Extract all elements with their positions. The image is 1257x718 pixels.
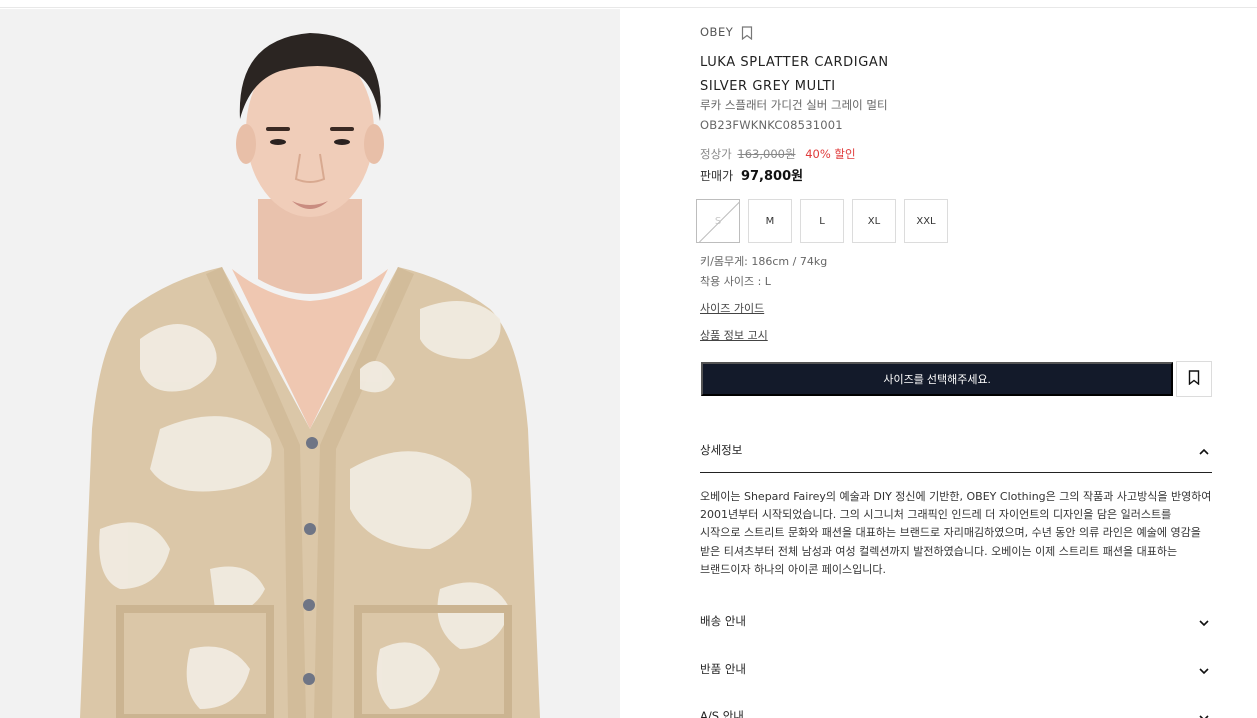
bookmark-icon[interactable] — [741, 25, 753, 41]
accordion-detail-header[interactable]: 상세정보 — [700, 431, 1212, 473]
chevron-down-icon — [1198, 662, 1210, 675]
size-option-s[interactable]: S — [696, 199, 740, 243]
accordion-as[interactable]: A/S 안내 — [700, 704, 1212, 718]
product-notice-link[interactable]: 상품 정보 고시 — [700, 327, 768, 343]
accordion-return-title: 반품 안내 — [700, 662, 746, 676]
size-guide-link[interactable]: 사이즈 가이드 — [700, 300, 764, 316]
accordion-detail-title: 상세정보 — [700, 443, 743, 457]
accordion-shipping[interactable]: 배송 안내 — [700, 609, 1212, 639]
regular-price-label: 정상가 — [700, 147, 732, 161]
model-photo-illustration — [0, 9, 620, 718]
product-name-en: LUKA SPLATTER CARDIGAN SILVER GREY MULTI — [700, 51, 889, 99]
brand-name[interactable]: OBEY — [700, 25, 733, 39]
product-description: 오베이는 Shepard Fairey의 예술과 DIY 정신에 기반한, OB… — [700, 490, 1212, 576]
product-name-ko: 루카 스플래터 가디건 실버 그레이 멀티 — [700, 98, 888, 112]
accordion-return[interactable]: 반품 안내 — [700, 657, 1212, 687]
sale-price: 97,800원 — [740, 169, 804, 184]
model-fit-info: 키/몸무게: 186cm / 74kg — [700, 255, 828, 268]
sale-price-row: 판매가 97,800원 — [700, 165, 803, 184]
regular-price: 163,000원 — [737, 147, 796, 161]
sale-price-label: 판매가 — [700, 169, 734, 183]
size-options: S M L XL XXL — [696, 199, 948, 243]
product-name-line2: SILVER GREY MULTI — [700, 79, 836, 94]
chevron-down-icon — [1198, 709, 1210, 718]
brand-row: OBEY — [700, 25, 753, 41]
accordion-shipping-title: 배송 안내 — [700, 614, 746, 628]
chevron-up-icon — [1198, 443, 1210, 455]
product-name-line1: LUKA SPLATTER CARDIGAN — [700, 55, 889, 70]
product-image — [0, 9, 620, 718]
chevron-down-icon — [1198, 614, 1210, 627]
size-option-xxl[interactable]: XXL — [904, 199, 948, 243]
regular-price-row: 정상가 163,000원 40% 할인 — [700, 146, 856, 162]
size-option-m[interactable]: M — [748, 199, 792, 243]
model-worn-size: 착용 사이즈 : L — [700, 275, 771, 288]
select-size-button[interactable]: 사이즈를 선택해주세요. — [701, 362, 1173, 396]
product-code: OB23FWKNKC08531001 — [700, 118, 843, 132]
accordion-as-title: A/S 안내 — [700, 709, 744, 718]
discount-rate: 40% 할인 — [805, 147, 856, 161]
bookmark-icon — [1188, 369, 1200, 389]
size-option-xl[interactable]: XL — [852, 199, 896, 243]
top-divider — [0, 0, 1257, 8]
wishlist-button[interactable] — [1176, 361, 1212, 397]
size-option-l[interactable]: L — [800, 199, 844, 243]
